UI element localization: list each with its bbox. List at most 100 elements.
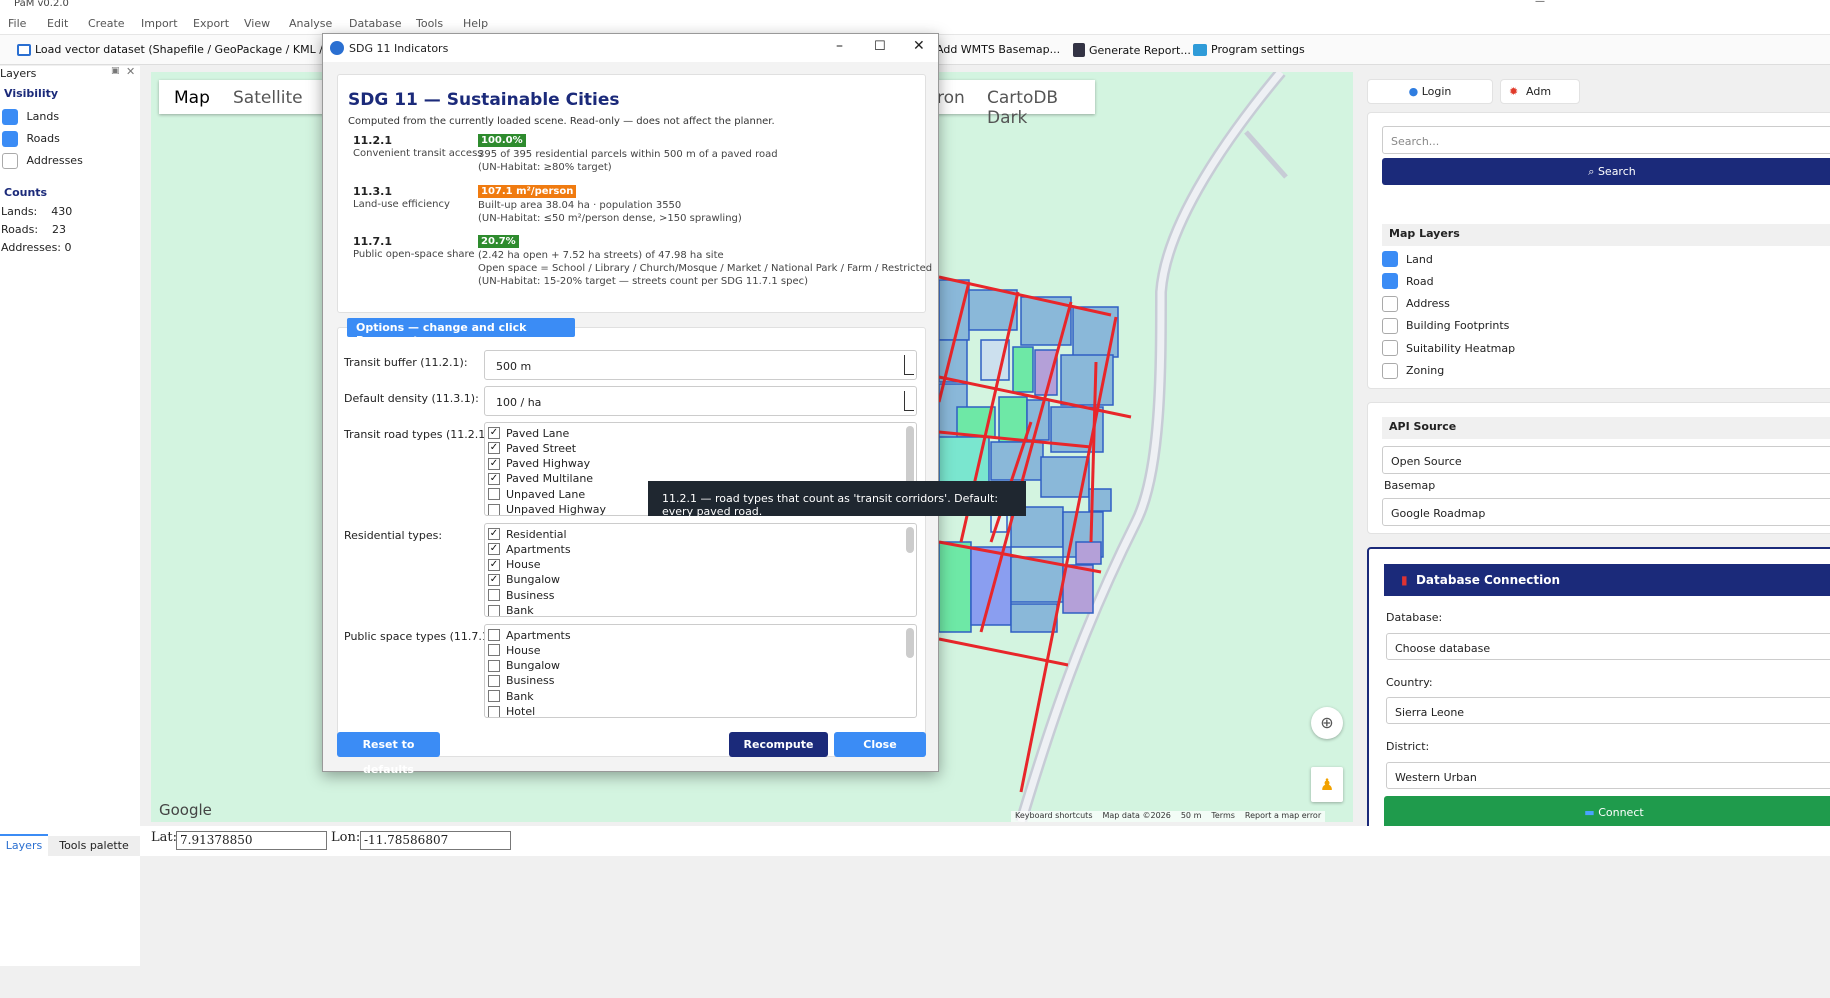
density-spinbox[interactable]: 100 / ha — [484, 386, 917, 416]
checkbox[interactable] — [1382, 362, 1398, 379]
checkbox[interactable] — [488, 674, 500, 687]
menu-database[interactable]: Database — [349, 17, 402, 30]
list-item[interactable]: Unpaved Highway — [488, 503, 606, 515]
menu-file[interactable]: File — [8, 17, 26, 30]
checkbox[interactable] — [1382, 273, 1398, 290]
residential-types-list[interactable]: ✓ Residential ✓ Apartments ✓ House ✓ Bungalow Bu… — [484, 523, 917, 617]
list-item[interactable]: Bank — [488, 689, 534, 703]
map-type-cartodb-dark[interactable]: CartoDB Dark — [987, 88, 1095, 128]
district-select[interactable]: Western Urban — [1386, 762, 1830, 789]
list-item[interactable]: ✓ Paved Highway — [488, 457, 590, 471]
menu-import[interactable]: Import — [141, 17, 178, 30]
checkbox[interactable]: ✓ — [488, 573, 500, 586]
checkbox[interactable] — [488, 503, 500, 515]
menu-export[interactable]: Export — [193, 17, 229, 30]
menu-edit[interactable]: Edit — [47, 17, 68, 30]
scrollbar[interactable] — [906, 426, 914, 486]
map-type-terrain[interactable]: ron — [937, 88, 965, 108]
map-layer-item[interactable]: Zoning — [1382, 362, 1444, 379]
menu-tools[interactable]: Tools — [416, 17, 443, 30]
layer-toggle-roads[interactable]: Roads — [2, 131, 60, 147]
reset-defaults-button[interactable]: Reset to defaults — [337, 732, 440, 776]
list-item[interactable]: Hotel — [488, 705, 535, 717]
list-item[interactable]: ✓ Paved Lane — [488, 426, 569, 440]
recompute-button[interactable]: Recompute — [729, 732, 828, 757]
layer-toggle-addresses[interactable]: Addresses — [2, 153, 83, 169]
pegman-icon[interactable]: ♟ — [1311, 767, 1343, 802]
map-layer-item[interactable]: Building Footprints — [1382, 317, 1509, 334]
checkbox[interactable] — [488, 659, 500, 672]
public-types-list[interactable]: Apartments House Bungalow Business Bank Hotel — [484, 624, 917, 718]
checkbox[interactable] — [488, 690, 500, 703]
checkbox[interactable] — [2, 131, 18, 147]
api-source-select[interactable]: Open Source — [1382, 446, 1830, 474]
checkbox[interactable] — [488, 589, 500, 602]
menu-create[interactable]: Create — [88, 17, 125, 30]
map-type-satellite[interactable]: Satellite — [233, 88, 303, 108]
checkbox[interactable] — [1382, 317, 1398, 334]
basemap-select[interactable]: Google Roadmap — [1382, 498, 1830, 526]
menu-help[interactable]: Help — [463, 17, 488, 30]
map-layer-item[interactable]: Land — [1382, 251, 1433, 267]
checkbox[interactable] — [488, 644, 500, 657]
float-icon[interactable]: ▣ — [111, 66, 120, 76]
connect-button[interactable]: ▬ Connect — [1384, 796, 1830, 830]
list-item[interactable]: ✓ Residential — [488, 527, 567, 541]
checkbox[interactable] — [488, 629, 500, 641]
minimize-icon[interactable]: – — [836, 38, 843, 54]
layer-toggle-lands[interactable]: Lands — [2, 109, 59, 125]
lon-field[interactable]: -11.78586807 — [360, 831, 511, 850]
checkbox[interactable] — [2, 109, 18, 125]
scrollbar[interactable] — [906, 527, 914, 553]
add-wmts-button[interactable]: Add WMTS Basemap... — [936, 43, 1060, 56]
admin-button[interactable]: ✹ Adm — [1500, 79, 1580, 104]
spin-arrows-icon[interactable] — [904, 391, 914, 411]
program-settings-button[interactable]: Program settings — [1193, 43, 1305, 56]
list-item[interactable]: Bungalow — [488, 659, 560, 673]
checkbox[interactable]: ✓ — [488, 472, 500, 485]
list-item[interactable]: Unpaved Lane — [488, 487, 585, 501]
checkbox[interactable]: ✓ — [488, 528, 500, 540]
lat-field[interactable]: 7.91378850 — [176, 831, 327, 850]
search-input[interactable]: Search... — [1382, 126, 1830, 154]
list-item[interactable]: ✓ Apartments — [488, 542, 571, 556]
checkbox[interactable]: ✓ — [488, 427, 500, 439]
scrollbar[interactable] — [906, 628, 914, 658]
checkbox[interactable] — [1382, 340, 1398, 357]
menu-analyse[interactable]: Analyse — [289, 17, 332, 30]
list-item[interactable]: ✓ Paved Multilane — [488, 472, 593, 486]
list-item[interactable]: House — [488, 643, 540, 657]
recenter-icon[interactable]: ⊕ — [1311, 707, 1343, 739]
list-item[interactable]: ✓ Paved Street — [488, 441, 576, 455]
database-select[interactable]: Choose database — [1386, 633, 1830, 660]
checkbox[interactable]: ✓ — [488, 558, 500, 571]
country-select[interactable]: Sierra Leone — [1386, 697, 1830, 724]
list-item[interactable]: ✓ Bungalow — [488, 573, 560, 587]
map-layer-item[interactable]: Road — [1382, 273, 1434, 290]
search-button[interactable]: ⌕ Search — [1382, 158, 1830, 185]
list-item[interactable]: Business — [488, 588, 555, 602]
checkbox[interactable] — [1382, 295, 1398, 312]
close-icon[interactable]: ✕ — [126, 65, 135, 78]
close-button[interactable]: Close — [834, 732, 926, 757]
spin-arrows-icon[interactable] — [904, 355, 914, 375]
close-icon[interactable]: ✕ — [913, 38, 925, 54]
checkbox[interactable] — [1382, 251, 1398, 267]
map-type-map[interactable]: Map — [174, 88, 210, 108]
login-button[interactable]: ● Login — [1367, 79, 1493, 104]
list-item[interactable]: Business — [488, 674, 555, 688]
list-item[interactable]: Bank — [488, 604, 534, 616]
maximize-icon[interactable]: ☐ — [874, 39, 886, 54]
map-layer-item[interactable]: Address — [1382, 295, 1450, 312]
checkbox[interactable] — [2, 153, 18, 169]
transit-buffer-spinbox[interactable]: 500 m — [484, 350, 917, 380]
report-error-link[interactable]: Report a map error — [1245, 811, 1321, 822]
keyboard-shortcuts-link[interactable]: Keyboard shortcuts — [1015, 811, 1092, 822]
list-item[interactable]: Apartments — [488, 628, 571, 642]
checkbox[interactable]: ✓ — [488, 543, 500, 556]
list-item[interactable]: ✓ House — [488, 558, 540, 572]
map-layer-item[interactable]: Suitability Heatmap — [1382, 340, 1515, 357]
terms-link[interactable]: Terms — [1211, 811, 1235, 822]
checkbox[interactable] — [488, 604, 500, 616]
checkbox[interactable]: ✓ — [488, 442, 500, 455]
